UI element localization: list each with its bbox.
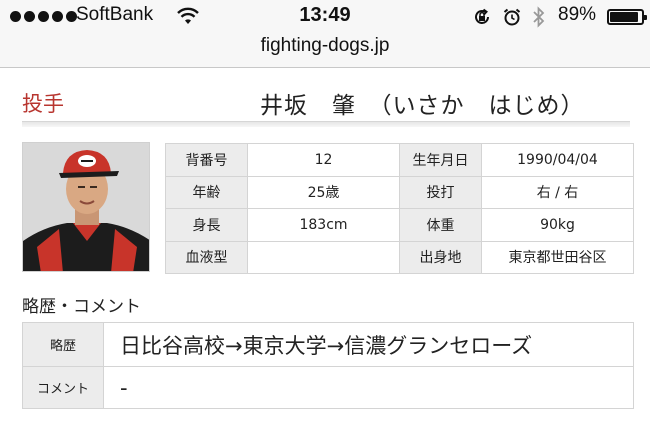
value-uniform-number: 12 bbox=[247, 143, 400, 177]
label-birthplace: 出身地 bbox=[399, 240, 482, 274]
label-blood-type: 血液型 bbox=[165, 240, 248, 274]
value-blood-type bbox=[247, 240, 400, 274]
section-title: 略歴・コメント bbox=[22, 297, 141, 317]
address-bar[interactable]: fighting-dogs.jp bbox=[0, 35, 650, 57]
profile-table: 背番号 12 生年月日 1990/04/04 年齢 25歳 投打 右 / 右 身… bbox=[165, 143, 634, 274]
label-birthdate: 生年月日 bbox=[399, 143, 482, 177]
table-row: コメント - bbox=[22, 366, 634, 409]
label-uniform-number: 背番号 bbox=[165, 143, 248, 177]
label-career: 略歴 bbox=[22, 322, 104, 367]
table-row: 血液型 出身地 東京都世田谷区 bbox=[165, 240, 634, 274]
alarm-icon bbox=[503, 8, 521, 26]
player-name: 井坂 肇 （いさか はじめ） bbox=[260, 93, 585, 119]
comment-table: 略歴 日比谷高校→東京大学→信濃グランセローズ コメント - bbox=[22, 322, 634, 409]
player-photo bbox=[22, 142, 150, 272]
value-birthdate: 1990/04/04 bbox=[481, 143, 634, 177]
bluetooth-icon bbox=[533, 6, 545, 28]
rotation-lock-icon bbox=[475, 8, 489, 24]
table-row: 略歴 日比谷高校→東京大学→信濃グランセローズ bbox=[22, 322, 634, 367]
value-age: 25歳 bbox=[247, 175, 400, 209]
label-age: 年齢 bbox=[165, 175, 248, 209]
clock: 13:49 bbox=[299, 4, 351, 26]
value-comment: - bbox=[103, 366, 634, 409]
label-throws-bats: 投打 bbox=[399, 175, 482, 209]
label-weight: 体重 bbox=[399, 208, 482, 242]
label-height: 身長 bbox=[165, 208, 248, 242]
table-row: 背番号 12 生年月日 1990/04/04 bbox=[165, 143, 634, 177]
status-bar: SoftBank 13:49 89% bbox=[0, 0, 650, 34]
label-comment: コメント bbox=[22, 366, 104, 409]
table-row: 年齢 25歳 投打 右 / 右 bbox=[165, 175, 634, 209]
value-height: 183cm bbox=[247, 208, 400, 242]
value-career: 日比谷高校→東京大学→信濃グランセローズ bbox=[103, 322, 634, 367]
value-weight: 90kg bbox=[481, 208, 634, 242]
browser-chrome: SoftBank 13:49 89% fighting-dogs.jp bbox=[0, 0, 650, 68]
battery-icon bbox=[607, 9, 647, 25]
value-throws-bats: 右 / 右 bbox=[481, 175, 634, 209]
header-divider bbox=[22, 121, 630, 127]
table-row: 身長 183cm 体重 90kg bbox=[165, 208, 634, 242]
battery-percent: 89% bbox=[558, 4, 597, 25]
player-position: 投手 bbox=[22, 92, 64, 116]
value-birthplace: 東京都世田谷区 bbox=[481, 240, 634, 274]
